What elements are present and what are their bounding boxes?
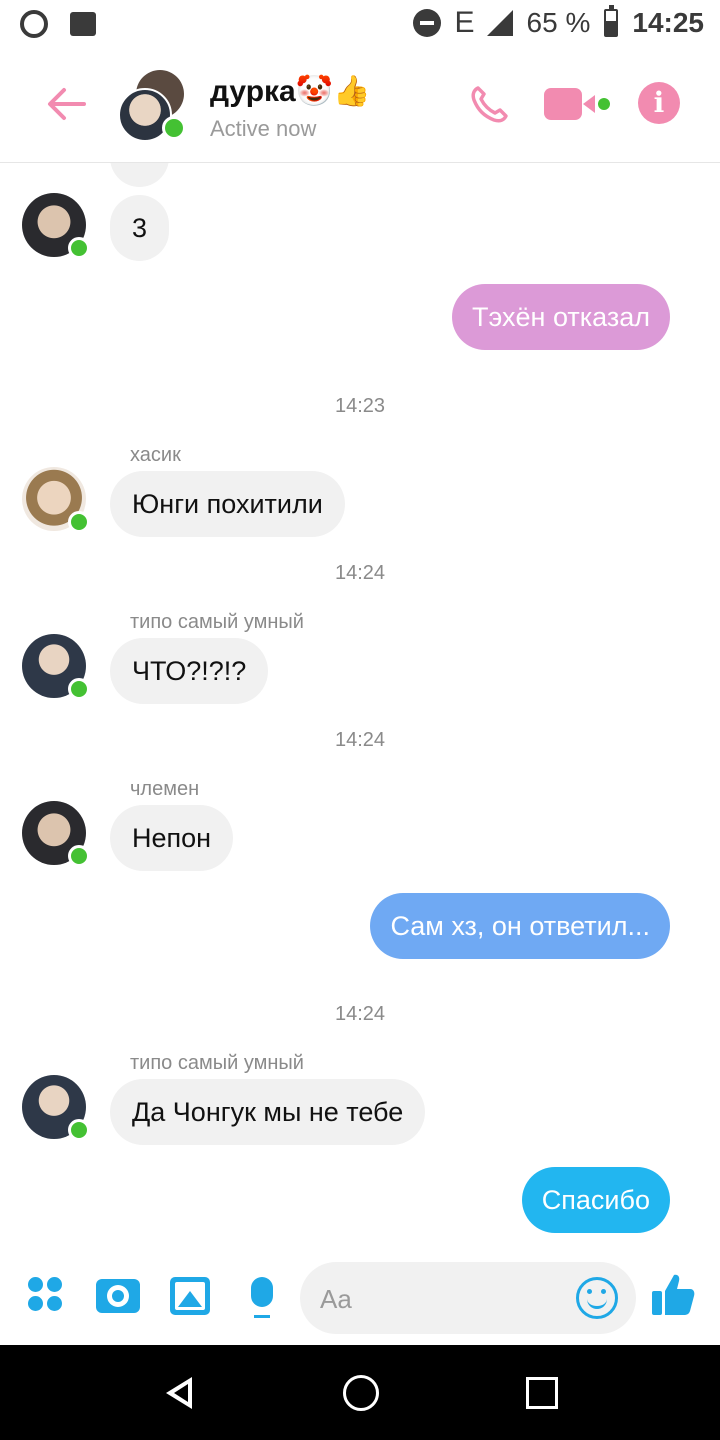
like-button[interactable] — [650, 1271, 696, 1327]
online-indicator — [68, 1119, 90, 1141]
nav-home-icon[interactable] — [343, 1375, 379, 1411]
sync-icon — [20, 10, 48, 38]
online-indicator — [68, 511, 90, 533]
group-avatar[interactable] — [118, 70, 188, 142]
sender-name: члемен — [130, 778, 200, 800]
status-bar: E 65 % 14:25 — [0, 0, 720, 50]
message-bubble-outgoing[interactable]: Спасибо — [521, 1167, 670, 1233]
status-left-icons — [20, 10, 96, 38]
avatar[interactable] — [22, 801, 90, 867]
microphone-stand — [254, 1309, 270, 1318]
avatar[interactable] — [22, 467, 90, 533]
thumbs-up-icon — [652, 1274, 695, 1315]
gallery-notification-icon — [70, 12, 96, 36]
message-bubble-incoming[interactable]: Да Чонгук мы не тебе — [110, 1079, 426, 1145]
sender-name: типо самый умный — [130, 1052, 304, 1074]
info-icon[interactable]: i — [638, 82, 680, 124]
chat-header: дурка🤡👍 Active now i — [0, 50, 720, 163]
timestamp: 14:24 — [334, 729, 386, 751]
menu-dots-icon[interactable] — [28, 1277, 64, 1313]
timestamp: 14:23 — [334, 395, 386, 417]
avatar[interactable] — [22, 193, 90, 259]
message-bubble-outgoing[interactable]: Сам хз, он ответил... — [370, 893, 670, 959]
message-bubble-incoming[interactable]: 2 — [110, 163, 170, 187]
message-bubble-incoming[interactable]: Непон — [110, 805, 234, 871]
microphone-icon[interactable] — [251, 1277, 273, 1307]
avatar[interactable] — [22, 634, 90, 700]
video-online-dot — [598, 98, 610, 110]
online-indicator — [68, 845, 90, 867]
call-button[interactable] — [468, 84, 510, 136]
sender-name: типо самый умный — [130, 611, 304, 633]
timestamp: 14:24 — [334, 562, 386, 584]
video-camera-icon[interactable] — [544, 88, 582, 120]
emoji-icon[interactable] — [576, 1277, 618, 1319]
menu-dot — [47, 1296, 62, 1311]
do-not-disturb-icon — [412, 9, 441, 37]
clock: 14:25 — [632, 7, 704, 38]
timestamp: 14:24 — [334, 1003, 386, 1025]
message-bubble-incoming[interactable]: ЧТО?!?!? — [110, 638, 269, 704]
sender-name: хасик — [130, 444, 181, 466]
online-indicator — [68, 237, 90, 259]
network-type: E — [454, 6, 475, 39]
video-camera-lens — [583, 95, 595, 113]
menu-dot — [28, 1296, 43, 1311]
menu-dot — [47, 1277, 62, 1292]
battery-icon — [604, 5, 619, 37]
nav-back-icon[interactable] — [166, 1377, 192, 1409]
message-bubble-incoming[interactable]: 3 — [110, 195, 170, 261]
chat-title[interactable]: дурка🤡👍 — [210, 74, 370, 109]
back-button[interactable] — [44, 82, 88, 126]
camera-icon[interactable] — [96, 1279, 140, 1313]
message-bubble-outgoing[interactable]: Тэхён отказал — [452, 284, 670, 350]
online-indicator — [68, 678, 90, 700]
message-input[interactable] — [318, 1262, 562, 1336]
online-indicator — [162, 116, 186, 140]
message-list[interactable]: 2 3 Тэхён отказал 14:23 хасик Юнги похит… — [0, 163, 720, 1253]
back-arrow-icon — [48, 88, 86, 120]
signal-icon — [486, 10, 513, 36]
chat-status: Active now — [210, 116, 317, 141]
image-icon[interactable] — [170, 1277, 210, 1315]
phone-icon — [471, 86, 508, 123]
composer-bar — [0, 1253, 720, 1345]
menu-dot — [28, 1277, 43, 1292]
message-bubble-incoming[interactable]: Юнги похитили — [110, 471, 345, 537]
status-right: E 65 % 14:25 — [412, 5, 704, 40]
nav-recents-icon[interactable] — [526, 1377, 558, 1409]
battery-percent: 65 % — [526, 7, 591, 38]
system-navigation-bar — [0, 1345, 720, 1440]
avatar[interactable] — [22, 1075, 90, 1141]
message-input-box[interactable] — [300, 1262, 636, 1336]
